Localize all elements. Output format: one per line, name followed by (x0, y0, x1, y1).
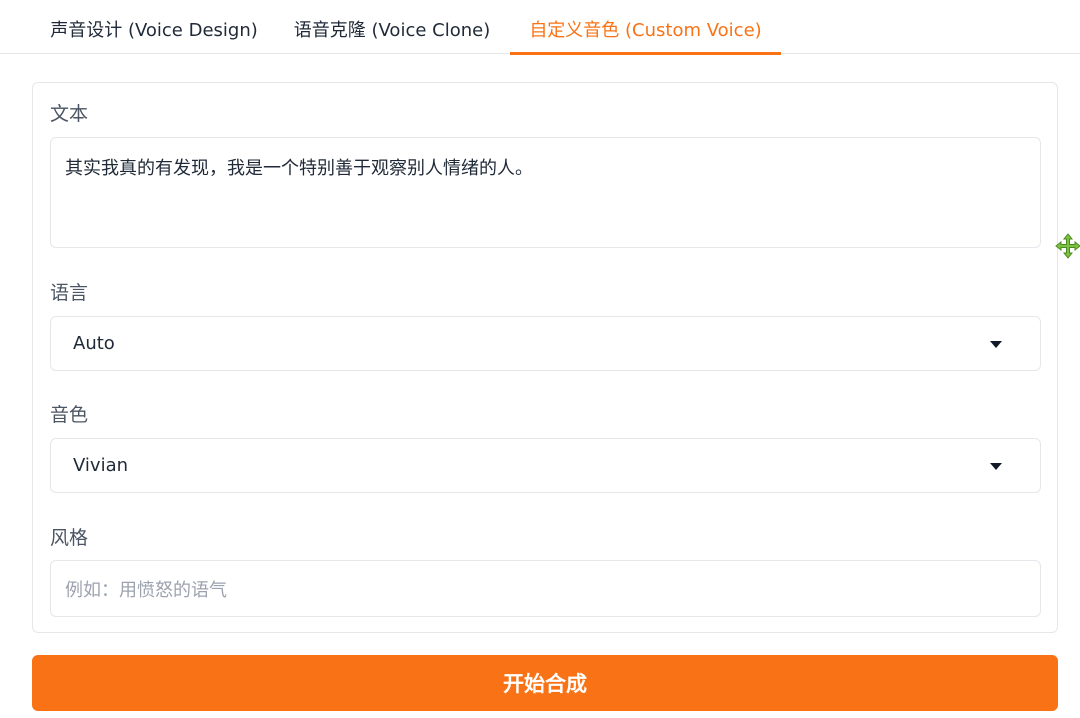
tab-custom-voice[interactable]: 自定义音色 (Custom Voice) (510, 0, 781, 55)
text-input-value: 其实我真的有发现，我是一个特别善于观察别人情绪的人。 (65, 158, 533, 179)
move-cursor-icon (1055, 233, 1080, 259)
language-select[interactable]: Auto (50, 316, 1041, 371)
tab-voice-clone[interactable]: 语音克隆 (Voice Clone) (284, 0, 500, 54)
tab-bar: 声音设计 (Voice Design) 语音克隆 (Voice Clone) 自… (0, 0, 1080, 55)
style-input[interactable]: 例如：用愤怒的语气 (50, 560, 1041, 617)
style-label: 风格 (50, 527, 89, 549)
tab-voice-design[interactable]: 声音设计 (Voice Design) (42, 0, 266, 54)
text-label: 文本 (50, 103, 89, 125)
language-select-value: Auto (73, 333, 115, 354)
language-label: 语言 (50, 282, 89, 304)
caret-down-icon[interactable] (990, 340, 1002, 348)
custom-voice-panel: 文本 其实我真的有发现，我是一个特别善于观察别人情绪的人。 语言 Auto 音色… (32, 82, 1058, 633)
text-input[interactable]: 其实我真的有发现，我是一个特别善于观察别人情绪的人。 (50, 137, 1041, 248)
speaker-select-value: Vivian (73, 455, 129, 476)
speaker-select[interactable]: Vivian (50, 438, 1041, 493)
style-input-placeholder: 例如：用愤怒的语气 (65, 579, 227, 601)
caret-down-icon[interactable] (990, 462, 1002, 470)
synthesize-button[interactable]: 开始合成 (32, 655, 1058, 711)
speaker-label: 音色 (50, 404, 89, 426)
